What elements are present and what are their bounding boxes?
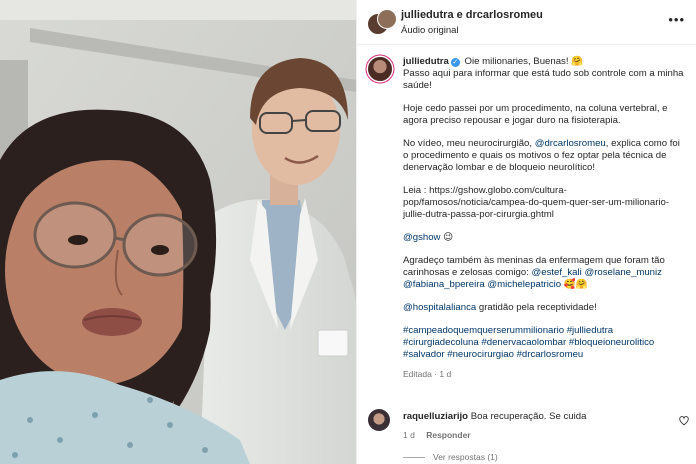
mention-link[interactable]: @hospitalalianca [403, 302, 476, 313]
post-details-panel: julliedutra e drcarlosromeu Áudio origin… [356, 0, 696, 464]
caption-greeting: Oie milionaries, Buenas! 🤗 [464, 56, 584, 67]
mention-link[interactable]: @fabiana_bpereira [403, 279, 485, 290]
caption-paragraph: gratidão pela receptividade! [476, 302, 597, 313]
mention-link[interactable]: @gshow [403, 232, 440, 243]
mention-link[interactable]: @roselane_muniz [584, 267, 661, 278]
avatar[interactable] [368, 57, 392, 81]
collab-avatars[interactable] [367, 9, 397, 37]
more-options-icon[interactable]: ••• [668, 12, 685, 27]
emoji: 🥰🤗 [561, 279, 588, 290]
mention-link[interactable]: @michelepatricio [487, 279, 561, 290]
caption-paragraph: Hoje cedo passei por um procedimento, na… [403, 103, 668, 126]
like-heart-icon[interactable] [679, 416, 689, 426]
caption-text: julliedutra ✓ Oie milionaries, Buenas! 🤗 … [403, 56, 687, 380]
edited-timestamp: Editada · 1 d [403, 369, 452, 379]
post-media[interactable] [0, 0, 356, 464]
author-names[interactable]: julliedutra e drcarlosromeu [401, 9, 543, 21]
avatar[interactable] [368, 409, 390, 431]
view-replies-button[interactable]: Ver respostas (1) [403, 452, 498, 462]
emoji: 😉 [440, 232, 454, 243]
post-header: julliedutra e drcarlosromeu Áudio origin… [357, 0, 696, 45]
comment-item: raquelluziarijo Boa recuperação. Se cuid… [357, 404, 696, 464]
view-replies-label: Ver respostas (1) [433, 452, 498, 462]
article-url: https://gshow.globo.com/cultura-pop/famo… [403, 185, 670, 220]
caption-section: julliedutra ✓ Oie milionaries, Buenas! 🤗 … [357, 44, 696, 404]
comment-body: Boa recuperação. Se cuida [468, 411, 587, 422]
avatar [377, 9, 397, 29]
mention-link[interactable]: @drcarlosromeu [535, 138, 606, 149]
mention-link[interactable]: @estef_kali [532, 267, 582, 278]
caption-label: Leia : [403, 185, 430, 196]
divider [403, 457, 425, 459]
reply-button[interactable]: Responder [426, 430, 470, 440]
verified-badge-icon: ✓ [450, 58, 460, 67]
selfie-photo [0, 0, 356, 464]
caption-paragraph: No vídeo, meu neurocirurgião, [403, 138, 535, 149]
hashtags[interactable]: #campeadoquemquerserummilionario #jullie… [403, 325, 654, 360]
caption-line: Passo aqui para informar que está tudo s… [403, 68, 684, 91]
original-audio-link[interactable]: Áudio original [401, 25, 459, 36]
comment-username[interactable]: raquelluziarijo [403, 411, 468, 422]
caption-username[interactable]: julliedutra [403, 56, 449, 67]
comment-text: raquelluziarijo Boa recuperação. Se cuid… [403, 411, 586, 422]
comment-meta: 1 d Responder [403, 430, 480, 440]
comment-time: 1 d [403, 430, 415, 440]
